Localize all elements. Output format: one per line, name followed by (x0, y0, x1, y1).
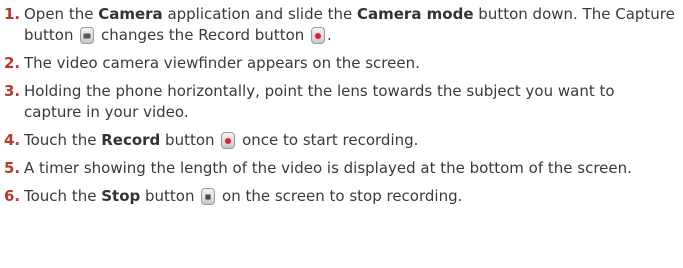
step-text: Touch the Record button once to start re… (24, 131, 419, 149)
camera-mode-label: Camera mode (357, 5, 474, 23)
step-text: Open the Camera application and slide th… (24, 5, 675, 44)
step-6: 6. Touch the Stop button on the screen t… (2, 186, 675, 207)
step-4: 4. Touch the Record button once to start… (2, 130, 675, 151)
camera-capture-icon (80, 27, 95, 44)
record-label: Record (101, 131, 161, 149)
camera-label: Camera (98, 5, 163, 23)
instruction-page: 1. Open the Camera application and slide… (0, 0, 683, 268)
record-icon (311, 27, 326, 44)
step-text: The video camera viewfinder appears on t… (24, 54, 420, 72)
steps-list: 1. Open the Camera application and slide… (2, 4, 675, 207)
step-text: Touch the Stop button on the screen to s… (24, 187, 463, 205)
step-number: 3. (4, 82, 21, 100)
step-number: 5. (4, 159, 21, 177)
step-3: 3. Holding the phone horizontally, point… (2, 81, 675, 123)
step-2: 2. The video camera viewfinder appears o… (2, 53, 675, 74)
step-number: 6. (4, 187, 21, 205)
step-5: 5. A timer showing the length of the vid… (2, 158, 675, 179)
stop-icon (201, 188, 216, 205)
step-number: 2. (4, 54, 21, 72)
stop-label: Stop (101, 187, 141, 205)
step-text: A timer showing the length of the video … (24, 159, 632, 177)
step-text: Holding the phone horizontally, point th… (24, 82, 615, 121)
step-number: 1. (4, 5, 21, 23)
step-1: 1. Open the Camera application and slide… (2, 4, 675, 46)
record-icon (221, 132, 236, 149)
step-number: 4. (4, 131, 21, 149)
